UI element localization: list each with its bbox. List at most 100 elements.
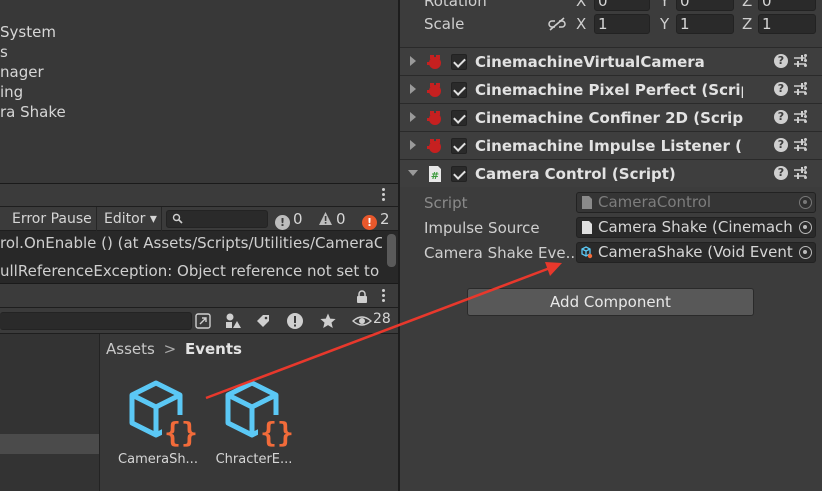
project-menu-icon[interactable] <box>382 289 386 303</box>
component-header-cinemachine-virtual-camera[interactable]: CinemachineVirtualCamera ? <box>400 47 822 75</box>
lock-icon[interactable] <box>356 290 368 303</box>
component-menu-icon[interactable] <box>804 54 808 68</box>
component-title: Cinemachine Confiner 2D (Script) <box>475 109 743 127</box>
scale-y-field[interactable]: 1 <box>676 14 734 34</box>
script-field-label: Script <box>424 194 468 212</box>
component-enabled-checkbox[interactable] <box>451 82 467 98</box>
impulse-source-value: Camera Shake (CinemachineImpulseSource) <box>598 218 794 236</box>
error-count-toggle[interactable]: ! 2 <box>362 207 390 231</box>
script-field: CameraControl <box>576 192 816 213</box>
console-menu-icon[interactable] <box>382 188 386 202</box>
hierarchy-item[interactable]: nager <box>0 62 44 82</box>
constrain-proportions-icon[interactable] <box>548 17 566 31</box>
add-component-button[interactable]: Add Component <box>467 288 754 316</box>
component-enabled-checkbox[interactable] <box>451 166 467 182</box>
console-toolbar: Error Pause Editor ▾ ! 0 0 ! 2 <box>0 207 398 231</box>
component-title: Cinemachine Pixel Perfect (Script) <box>475 81 743 99</box>
help-icon[interactable]: ? <box>774 54 788 68</box>
rotation-label: Rotation <box>424 0 487 10</box>
help-icon[interactable]: ? <box>774 110 788 124</box>
expand-arrow-icon[interactable] <box>410 140 416 150</box>
component-enabled-checkbox[interactable] <box>451 54 467 70</box>
selected-folder-row[interactable] <box>0 434 99 454</box>
info-count: 0 <box>293 210 303 228</box>
impulse-source-label: Impulse Source <box>424 219 540 237</box>
scriptable-object-icon: {} <box>225 380 296 447</box>
console-panel: Error Pause Editor ▾ ! 0 0 ! 2 rol.OnEnabl… <box>0 183 398 283</box>
expand-arrow-icon[interactable] <box>410 56 416 66</box>
component-header-cinemachine-confiner-2d[interactable]: Cinemachine Confiner 2D (Script) ? <box>400 103 822 131</box>
component-header-cinemachine-impulse-listener[interactable]: Cinemachine Impulse Listener (Script) ? <box>400 131 822 159</box>
component-title: Camera Control (Script) <box>475 165 676 183</box>
scale-x-field[interactable]: 1 <box>594 14 650 34</box>
collapse-arrow-icon[interactable] <box>408 170 418 176</box>
favorite-star-icon[interactable] <box>319 312 337 330</box>
hierarchy-item[interactable]: System <box>0 22 56 42</box>
help-icon[interactable]: ? <box>774 166 788 180</box>
asset-character-event[interactable]: {} ChracterE... <box>208 379 300 469</box>
error-pause-button[interactable]: Error Pause <box>8 207 97 231</box>
component-header-cinemachine-pixel-perfect[interactable]: Cinemachine Pixel Perfect (Script) ? <box>400 75 822 103</box>
script-icon: # <box>429 166 441 182</box>
scriptable-object-icon <box>581 246 593 259</box>
hierarchy-item[interactable]: s <box>0 42 8 62</box>
breadcrumb-assets[interactable]: Assets <box>106 340 155 358</box>
component-menu-icon[interactable] <box>804 110 808 124</box>
warning-count-toggle[interactable]: 0 <box>318 207 346 231</box>
breadcrumb: Assets > Events <box>106 339 242 359</box>
component-menu-icon[interactable] <box>804 138 808 152</box>
rotation-y-field[interactable]: 0 <box>676 0 734 11</box>
component-menu-icon[interactable] <box>804 82 808 96</box>
breadcrumb-separator: > <box>163 340 177 358</box>
component-header-icons: ? <box>774 138 818 154</box>
scale-x-axis: X <box>576 15 587 33</box>
visibility-eye-icon[interactable] <box>352 312 372 330</box>
hierarchy-item[interactable]: ing <box>0 82 23 102</box>
project-search-input[interactable] <box>0 312 192 330</box>
component-enabled-checkbox[interactable] <box>451 110 467 126</box>
rotation-x-field[interactable]: 0 <box>594 0 650 11</box>
label-icon[interactable] <box>254 312 272 330</box>
help-icon[interactable]: ? <box>774 138 788 152</box>
help-icon[interactable]: ? <box>774 82 788 96</box>
scale-label: Scale <box>424 15 465 33</box>
rotation-z-field[interactable]: 0 <box>758 0 816 11</box>
search-by-type-icon[interactable] <box>194 312 212 330</box>
hierarchy-panel: System s nager ing ra Shake <box>0 0 398 183</box>
editor-dropdown[interactable]: Editor ▾ <box>100 207 162 231</box>
console-log-entry[interactable]: ullReferenceException: Object reference … <box>0 259 382 283</box>
svg-text:{}: {} <box>260 416 294 447</box>
info-icon: ! <box>275 215 290 230</box>
object-picker-icon[interactable] <box>799 221 812 234</box>
expand-arrow-icon[interactable] <box>410 84 416 94</box>
breadcrumb-events[interactable]: Events <box>185 340 242 358</box>
console-search-input[interactable] <box>166 210 268 228</box>
component-enabled-checkbox[interactable] <box>451 138 467 154</box>
warning-filter-icon[interactable] <box>286 312 304 330</box>
camera-shake-event-field[interactable]: CameraShake (Void Event SO) <box>576 242 816 263</box>
component-menu-icon[interactable] <box>804 166 808 180</box>
console-scrollbar[interactable] <box>387 234 396 267</box>
cinemachine-icon <box>427 111 441 125</box>
component-title: Cinemachine Impulse Listener (Script) <box>475 137 743 155</box>
impulse-source-field[interactable]: Camera Shake (CinemachineImpulseSource) <box>576 217 816 238</box>
hierarchy-item[interactable]: ra Shake <box>0 102 66 122</box>
object-picker-icon[interactable] <box>799 246 812 259</box>
asset-label: CameraSh... <box>118 452 198 467</box>
scale-y-axis: Y <box>660 15 670 33</box>
object-picker-icon <box>799 196 812 209</box>
inspector-panel: Rotation X 0 Y 0 Z 0 Scale X 1 Y 1 Z 1 C… <box>400 0 822 491</box>
project-tab-strip <box>0 284 398 308</box>
cinemachine-icon <box>427 83 441 97</box>
project-folder-tree[interactable] <box>0 334 100 491</box>
scale-z-field[interactable]: 1 <box>758 14 816 34</box>
component-header-camera-control[interactable]: # Camera Control (Script) ? <box>400 159 822 187</box>
console-log-entry[interactable]: rol.OnEnable () (at Assets/Scripts/Utili… <box>0 231 382 255</box>
expand-arrow-icon[interactable] <box>410 112 416 122</box>
component-header-icons: ? <box>774 166 818 182</box>
info-count-toggle[interactable]: ! 0 <box>275 207 303 231</box>
asset-camera-shake[interactable]: {} CameraSh... <box>112 379 204 469</box>
filter-by-type-icon[interactable] <box>224 312 242 330</box>
script-field-value: CameraControl <box>598 193 712 211</box>
svg-text:#: # <box>431 171 439 182</box>
